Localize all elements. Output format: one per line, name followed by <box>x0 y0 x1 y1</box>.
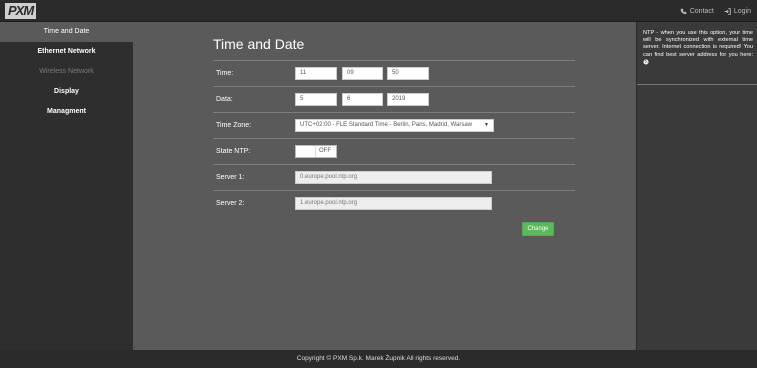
day-input[interactable]: 5 <box>295 93 337 106</box>
top-links: Contact Login <box>680 0 751 22</box>
year-input[interactable]: 2019 <box>387 93 429 106</box>
server2-input[interactable]: 1.europe.pool.ntp.org <box>295 197 492 210</box>
month-input[interactable]: 6 <box>342 93 383 106</box>
globe-icon[interactable] <box>643 59 649 65</box>
phone-icon <box>680 8 687 14</box>
page-title: Time and Date <box>213 36 305 52</box>
toggle-knob <box>296 146 316 157</box>
time-label: Time: <box>216 70 234 77</box>
contact-label: Contact <box>689 7 714 15</box>
ntp-toggle[interactable]: OFF <box>295 145 337 158</box>
sidebar-item-display[interactable]: Display <box>0 82 133 102</box>
help-text: NTP - when you use this option, your tim… <box>643 30 753 58</box>
change-button[interactable]: Change <box>522 222 554 236</box>
server1-row: Server 1: 0.europe.pool.ntp.org <box>213 164 575 190</box>
date-label: Data: <box>216 96 233 103</box>
contact-link[interactable]: Contact <box>680 8 714 15</box>
ntp-help: NTP - when you use this option, your tim… <box>637 22 757 85</box>
ntp-label: State NTP: <box>216 148 251 155</box>
sidebar-item-ethernet-network[interactable]: Ethernet Network <box>0 42 133 62</box>
minute-input[interactable]: 09 <box>342 67 383 80</box>
timezone-select[interactable]: UTC+02:00 - FLE Standard Time - Berlin, … <box>295 119 494 132</box>
caret-down-icon: ▼ <box>484 122 489 128</box>
server2-row: Server 2: 1.europe.pool.ntp.org <box>213 190 575 216</box>
login-icon <box>724 7 731 15</box>
sidebar-item-wireless-network: Wireless Network <box>39 68 94 75</box>
server1-input[interactable]: 0.europe.pool.ntp.org <box>295 171 492 184</box>
sidebar-item-time-and-date[interactable]: Time and Date <box>0 22 133 42</box>
ntp-row: State NTP: OFF <box>213 138 575 164</box>
sidebar: Time and Date Ethernet Network Wireless … <box>0 22 133 350</box>
login-link[interactable]: Login <box>724 8 751 15</box>
second-input[interactable]: 50 <box>387 67 429 80</box>
timezone-label: Time Zone: <box>216 122 252 129</box>
footer: Copyright © PXM Sp.k. Marek Żupnik All r… <box>0 350 757 368</box>
help-panel: NTP - when you use this option, your tim… <box>636 22 757 350</box>
logo-text: PXM <box>5 3 37 19</box>
ntp-state: OFF <box>319 148 331 154</box>
copyright-text: Copyright © PXM Sp.k. Marek Żupnik All r… <box>296 355 461 362</box>
time-row: Time: 11 09 50 <box>213 60 575 86</box>
server1-label: Server 1: <box>216 174 245 181</box>
sidebar-item-managment[interactable]: Managment <box>0 102 133 122</box>
main-content: Time and Date Time: 11 09 50 Data: 5 6 2… <box>133 22 636 350</box>
login-label: Login <box>733 7 751 15</box>
server2-label: Server 2: <box>216 200 245 207</box>
timezone-value: UTC+02:00 - FLE Standard Time - Berlin, … <box>300 122 473 128</box>
hour-input[interactable]: 11 <box>295 67 337 80</box>
timezone-row: Time Zone: UTC+02:00 - FLE Standard Time… <box>213 112 575 138</box>
logo[interactable]: PXM <box>5 3 37 19</box>
date-row: Data: 5 6 2019 <box>213 86 575 112</box>
top-navbar: PXM Contact Login <box>0 0 757 22</box>
